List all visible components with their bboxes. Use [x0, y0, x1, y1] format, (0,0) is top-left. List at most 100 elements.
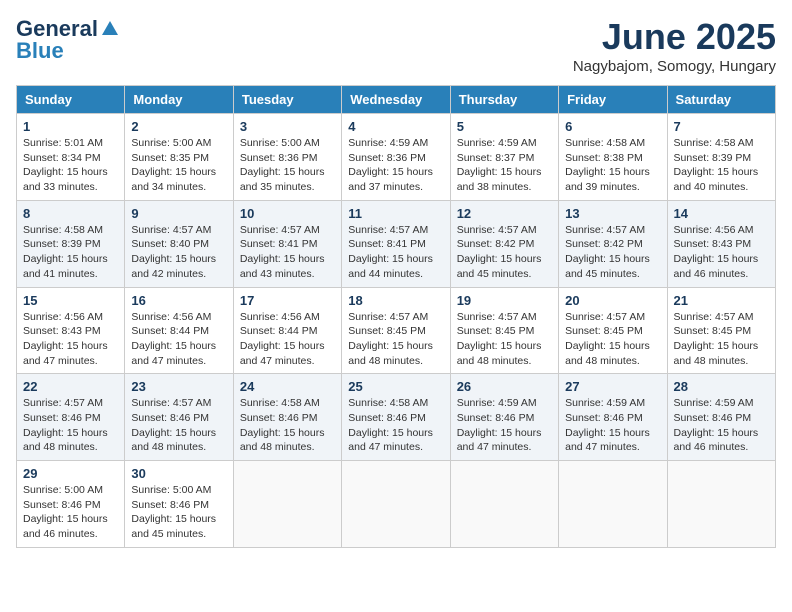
calendar: SundayMondayTuesdayWednesdayThursdayFrid… — [16, 85, 776, 548]
day-info: Sunrise: 4:57 AM Sunset: 8:42 PM Dayligh… — [565, 223, 660, 282]
day-info: Sunrise: 4:57 AM Sunset: 8:45 PM Dayligh… — [348, 310, 443, 369]
day-info: Sunrise: 5:00 AM Sunset: 8:46 PM Dayligh… — [23, 483, 118, 542]
calendar-cell: 25 Sunrise: 4:58 AM Sunset: 8:46 PM Dayl… — [342, 374, 450, 461]
day-info: Sunrise: 5:00 AM Sunset: 8:46 PM Dayligh… — [131, 483, 226, 542]
day-info: Sunrise: 4:58 AM Sunset: 8:46 PM Dayligh… — [240, 396, 335, 455]
calendar-cell — [667, 461, 775, 548]
calendar-cell — [342, 461, 450, 548]
day-info: Sunrise: 4:58 AM Sunset: 8:39 PM Dayligh… — [23, 223, 118, 282]
calendar-cell — [233, 461, 341, 548]
day-number: 22 — [23, 379, 118, 394]
calendar-cell: 10 Sunrise: 4:57 AM Sunset: 8:41 PM Dayl… — [233, 200, 341, 287]
calendar-cell: 17 Sunrise: 4:56 AM Sunset: 8:44 PM Dayl… — [233, 287, 341, 374]
calendar-header-thursday: Thursday — [450, 86, 558, 114]
day-number: 17 — [240, 293, 335, 308]
day-info: Sunrise: 4:56 AM Sunset: 8:43 PM Dayligh… — [674, 223, 769, 282]
calendar-cell: 18 Sunrise: 4:57 AM Sunset: 8:45 PM Dayl… — [342, 287, 450, 374]
calendar-cell: 15 Sunrise: 4:56 AM Sunset: 8:43 PM Dayl… — [17, 287, 125, 374]
calendar-cell: 29 Sunrise: 5:00 AM Sunset: 8:46 PM Dayl… — [17, 461, 125, 548]
day-info: Sunrise: 4:57 AM Sunset: 8:41 PM Dayligh… — [240, 223, 335, 282]
day-number: 10 — [240, 206, 335, 221]
day-number: 29 — [23, 466, 118, 481]
day-number: 13 — [565, 206, 660, 221]
day-info: Sunrise: 4:57 AM Sunset: 8:42 PM Dayligh… — [457, 223, 552, 282]
day-info: Sunrise: 4:57 AM Sunset: 8:45 PM Dayligh… — [457, 310, 552, 369]
calendar-cell: 6 Sunrise: 4:58 AM Sunset: 8:38 PM Dayli… — [559, 114, 667, 201]
calendar-cell: 20 Sunrise: 4:57 AM Sunset: 8:45 PM Dayl… — [559, 287, 667, 374]
calendar-header-saturday: Saturday — [667, 86, 775, 114]
calendar-cell — [450, 461, 558, 548]
day-number: 23 — [131, 379, 226, 394]
day-info: Sunrise: 4:56 AM Sunset: 8:43 PM Dayligh… — [23, 310, 118, 369]
day-info: Sunrise: 4:57 AM Sunset: 8:40 PM Dayligh… — [131, 223, 226, 282]
day-info: Sunrise: 4:58 AM Sunset: 8:39 PM Dayligh… — [674, 136, 769, 195]
logo-blue: Blue — [16, 38, 64, 64]
day-number: 19 — [457, 293, 552, 308]
calendar-cell: 11 Sunrise: 4:57 AM Sunset: 8:41 PM Dayl… — [342, 200, 450, 287]
calendar-cell: 24 Sunrise: 4:58 AM Sunset: 8:46 PM Dayl… — [233, 374, 341, 461]
calendar-cell: 2 Sunrise: 5:00 AM Sunset: 8:35 PM Dayli… — [125, 114, 233, 201]
day-number: 14 — [674, 206, 769, 221]
day-number: 5 — [457, 119, 552, 134]
subtitle: Nagybajom, Somogy, Hungary — [573, 58, 776, 75]
calendar-week-5: 29 Sunrise: 5:00 AM Sunset: 8:46 PM Dayl… — [17, 461, 776, 548]
day-info: Sunrise: 4:58 AM Sunset: 8:46 PM Dayligh… — [348, 396, 443, 455]
calendar-week-1: 1 Sunrise: 5:01 AM Sunset: 8:34 PM Dayli… — [17, 114, 776, 201]
day-info: Sunrise: 5:00 AM Sunset: 8:36 PM Dayligh… — [240, 136, 335, 195]
day-number: 26 — [457, 379, 552, 394]
day-info: Sunrise: 4:57 AM Sunset: 8:45 PM Dayligh… — [674, 310, 769, 369]
day-number: 24 — [240, 379, 335, 394]
day-info: Sunrise: 4:57 AM Sunset: 8:46 PM Dayligh… — [131, 396, 226, 455]
day-info: Sunrise: 4:57 AM Sunset: 8:46 PM Dayligh… — [23, 396, 118, 455]
day-info: Sunrise: 4:56 AM Sunset: 8:44 PM Dayligh… — [131, 310, 226, 369]
calendar-body: 1 Sunrise: 5:01 AM Sunset: 8:34 PM Dayli… — [17, 114, 776, 548]
day-info: Sunrise: 4:59 AM Sunset: 8:37 PM Dayligh… — [457, 136, 552, 195]
day-number: 9 — [131, 206, 226, 221]
day-info: Sunrise: 4:59 AM Sunset: 8:46 PM Dayligh… — [457, 396, 552, 455]
calendar-cell: 27 Sunrise: 4:59 AM Sunset: 8:46 PM Dayl… — [559, 374, 667, 461]
calendar-cell: 14 Sunrise: 4:56 AM Sunset: 8:43 PM Dayl… — [667, 200, 775, 287]
calendar-week-4: 22 Sunrise: 4:57 AM Sunset: 8:46 PM Dayl… — [17, 374, 776, 461]
day-number: 27 — [565, 379, 660, 394]
calendar-cell: 1 Sunrise: 5:01 AM Sunset: 8:34 PM Dayli… — [17, 114, 125, 201]
calendar-cell: 21 Sunrise: 4:57 AM Sunset: 8:45 PM Dayl… — [667, 287, 775, 374]
day-number: 11 — [348, 206, 443, 221]
calendar-week-2: 8 Sunrise: 4:58 AM Sunset: 8:39 PM Dayli… — [17, 200, 776, 287]
calendar-week-3: 15 Sunrise: 4:56 AM Sunset: 8:43 PM Dayl… — [17, 287, 776, 374]
day-info: Sunrise: 4:57 AM Sunset: 8:45 PM Dayligh… — [565, 310, 660, 369]
day-info: Sunrise: 4:59 AM Sunset: 8:46 PM Dayligh… — [674, 396, 769, 455]
title-area: June 2025 Nagybajom, Somogy, Hungary — [573, 16, 776, 75]
logo: General Blue — [16, 16, 120, 64]
day-number: 25 — [348, 379, 443, 394]
calendar-header-friday: Friday — [559, 86, 667, 114]
day-info: Sunrise: 4:58 AM Sunset: 8:38 PM Dayligh… — [565, 136, 660, 195]
calendar-cell: 16 Sunrise: 4:56 AM Sunset: 8:44 PM Dayl… — [125, 287, 233, 374]
day-number: 8 — [23, 206, 118, 221]
calendar-cell: 7 Sunrise: 4:58 AM Sunset: 8:39 PM Dayli… — [667, 114, 775, 201]
day-number: 7 — [674, 119, 769, 134]
calendar-cell: 23 Sunrise: 4:57 AM Sunset: 8:46 PM Dayl… — [125, 374, 233, 461]
day-info: Sunrise: 4:56 AM Sunset: 8:44 PM Dayligh… — [240, 310, 335, 369]
day-info: Sunrise: 4:59 AM Sunset: 8:46 PM Dayligh… — [565, 396, 660, 455]
day-number: 1 — [23, 119, 118, 134]
calendar-cell — [559, 461, 667, 548]
day-number: 12 — [457, 206, 552, 221]
day-info: Sunrise: 5:01 AM Sunset: 8:34 PM Dayligh… — [23, 136, 118, 195]
calendar-cell: 26 Sunrise: 4:59 AM Sunset: 8:46 PM Dayl… — [450, 374, 558, 461]
day-number: 15 — [23, 293, 118, 308]
day-number: 21 — [674, 293, 769, 308]
calendar-cell: 5 Sunrise: 4:59 AM Sunset: 8:37 PM Dayli… — [450, 114, 558, 201]
calendar-cell: 12 Sunrise: 4:57 AM Sunset: 8:42 PM Dayl… — [450, 200, 558, 287]
calendar-header-monday: Monday — [125, 86, 233, 114]
calendar-cell: 28 Sunrise: 4:59 AM Sunset: 8:46 PM Dayl… — [667, 374, 775, 461]
calendar-header-tuesday: Tuesday — [233, 86, 341, 114]
calendar-cell: 30 Sunrise: 5:00 AM Sunset: 8:46 PM Dayl… — [125, 461, 233, 548]
calendar-header-wednesday: Wednesday — [342, 86, 450, 114]
logo-icon — [100, 19, 120, 39]
calendar-cell: 22 Sunrise: 4:57 AM Sunset: 8:46 PM Dayl… — [17, 374, 125, 461]
day-number: 6 — [565, 119, 660, 134]
day-number: 20 — [565, 293, 660, 308]
day-number: 30 — [131, 466, 226, 481]
day-number: 3 — [240, 119, 335, 134]
day-number: 4 — [348, 119, 443, 134]
